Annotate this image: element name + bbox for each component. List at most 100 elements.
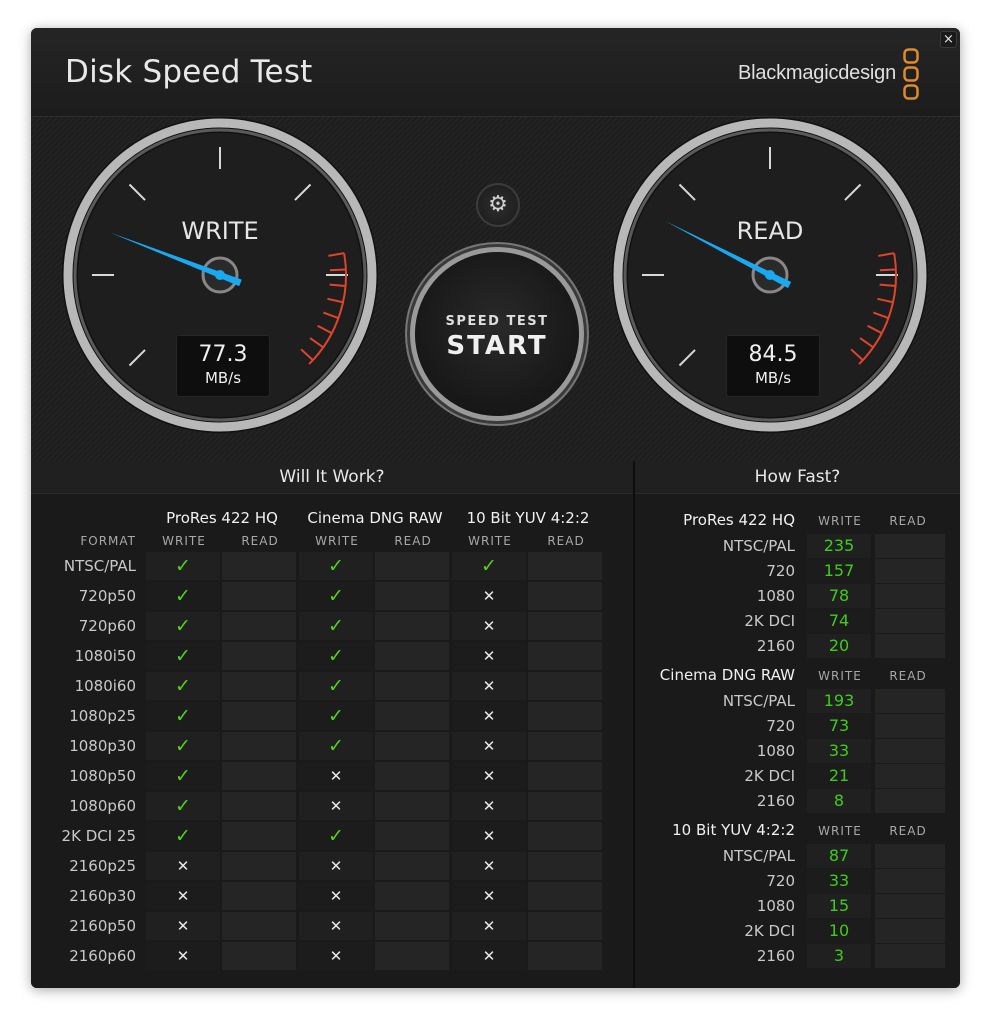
check-icon: ✓	[146, 582, 220, 610]
format-label: NTSC/PAL	[722, 537, 795, 555]
write-speed-number: 21	[828, 766, 850, 785]
check-icon: ✓	[146, 822, 220, 850]
format-label: 2160p60	[69, 947, 136, 965]
read-cell-empty	[875, 714, 945, 738]
check-icon: ✓	[299, 612, 373, 640]
cross-icon: ✕	[482, 737, 496, 755]
write-speed-cell: 8	[807, 789, 871, 813]
read-cell-empty	[375, 882, 449, 910]
sub-header-write: WRITE	[315, 534, 359, 548]
check-icon: ✓	[299, 732, 373, 760]
will-it-work-title: Will It Work?	[31, 461, 633, 494]
check-icon: ✓	[299, 822, 373, 850]
read-cell-empty	[875, 534, 945, 558]
cross-icon: ✕	[452, 702, 526, 730]
format-label: 1080	[756, 742, 795, 760]
format-label: 1080i50	[74, 647, 136, 665]
read-gauge-redline-tick-1	[879, 268, 896, 272]
read-cell-empty	[528, 882, 602, 910]
format-label: 1080p25	[69, 707, 136, 725]
read-cell-empty	[222, 552, 296, 580]
read-gauge-hub-cap	[765, 270, 775, 280]
codec-header: Cinema DNG RAW	[307, 509, 443, 527]
check-icon: ✓	[452, 552, 526, 580]
check-icon: ✓	[328, 645, 344, 667]
read-cell-empty	[375, 822, 449, 850]
write-speed-number: 157	[823, 561, 855, 580]
format-label: 1080p50	[69, 767, 136, 785]
title-bar: Disk Speed Test Blackmagicdesign	[31, 28, 960, 117]
cross-icon: ✕	[299, 852, 373, 880]
format-label: 1080p30	[69, 737, 136, 755]
settings-gear-icon[interactable]: ⚙	[476, 183, 520, 227]
check-icon: ✓	[299, 642, 373, 670]
cross-icon: ✕	[482, 677, 496, 695]
check-icon: ✓	[299, 582, 373, 610]
sub-header-read: READ	[394, 534, 432, 548]
read-cell-empty	[875, 739, 945, 763]
read-cell-empty	[528, 732, 602, 760]
app-title: Disk Speed Test	[65, 54, 313, 90]
read-cell-empty	[875, 919, 945, 943]
format-label: 2160	[756, 637, 795, 655]
read-cell-empty	[375, 642, 449, 670]
cross-icon: ✕	[176, 857, 190, 875]
read-cell-empty	[222, 672, 296, 700]
sub-header-write: WRITE	[818, 514, 862, 528]
check-icon: ✓	[328, 735, 344, 757]
read-cell-empty	[528, 822, 602, 850]
write-speed-cell: 87	[807, 844, 871, 868]
cross-icon: ✕	[329, 797, 343, 815]
check-icon: ✓	[175, 825, 191, 847]
read-cell-empty	[222, 762, 296, 790]
check-icon: ✓	[175, 765, 191, 787]
sub-header-read: READ	[889, 514, 927, 528]
format-label: 720p60	[78, 617, 136, 635]
read-cell-empty	[528, 582, 602, 610]
read-cell-empty	[875, 944, 945, 968]
read-cell-empty	[375, 762, 449, 790]
cross-icon: ✕	[452, 612, 526, 640]
read-cell-empty	[528, 792, 602, 820]
format-label: 2K DCI	[744, 612, 795, 630]
write-gauge-label: WRITE	[181, 217, 259, 245]
format-label: 2160p25	[69, 857, 136, 875]
start-button-caption: SPEED TEST	[445, 314, 549, 329]
read-cell-empty	[875, 869, 945, 893]
write-speed-number: 78	[828, 586, 850, 605]
check-icon: ✓	[328, 585, 344, 607]
check-icon: ✓	[328, 675, 344, 697]
write-speed-number: 33	[828, 741, 850, 760]
check-icon: ✓	[299, 552, 373, 580]
read-cell-empty	[375, 582, 449, 610]
cross-icon: ✕	[482, 887, 496, 905]
cross-icon: ✕	[329, 887, 343, 905]
app-window: Disk Speed Test Blackmagicdesign × WRITE…	[31, 28, 960, 988]
read-cell-empty	[875, 764, 945, 788]
cross-icon: ✕	[482, 617, 496, 635]
read-cell-empty	[222, 822, 296, 850]
read-gauge-redline-tick-2	[879, 283, 896, 287]
read-cell-empty	[222, 732, 296, 760]
cross-icon: ✕	[482, 827, 496, 845]
start-button[interactable]: SPEED TEST START	[415, 252, 579, 416]
read-cell-empty	[222, 702, 296, 730]
read-cell-empty	[222, 852, 296, 880]
write-speed-number: 74	[828, 611, 850, 630]
read-cell-empty	[528, 672, 602, 700]
cross-icon: ✕	[329, 917, 343, 935]
cross-icon: ✕	[482, 917, 496, 935]
check-icon: ✓	[328, 825, 344, 847]
cross-icon: ✕	[176, 887, 190, 905]
start-button-label: START	[446, 331, 548, 361]
check-icon: ✓	[175, 735, 191, 757]
check-icon: ✓	[146, 702, 220, 730]
write-speed-cell: 78	[807, 584, 871, 608]
cross-icon: ✕	[146, 882, 220, 910]
close-button[interactable]: ×	[940, 31, 957, 48]
check-icon: ✓	[299, 672, 373, 700]
check-icon: ✓	[175, 615, 191, 637]
write-speed-number: 87	[828, 846, 850, 865]
cross-icon: ✕	[329, 857, 343, 875]
read-cell-empty	[875, 609, 945, 633]
